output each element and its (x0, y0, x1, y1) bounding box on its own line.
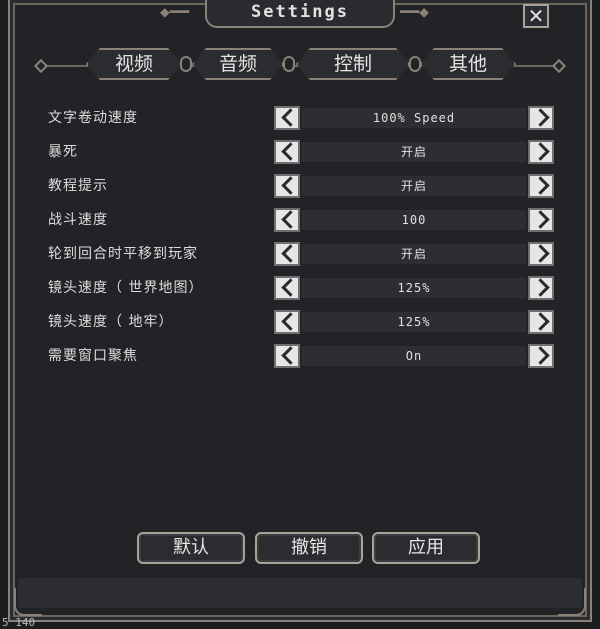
next-option-arrow-icon[interactable] (528, 174, 554, 198)
previous-option-arrow-icon[interactable] (274, 310, 300, 334)
setting-value: 125% (302, 278, 526, 298)
next-option-arrow-icon[interactable] (528, 344, 554, 368)
settings-window (8, 0, 592, 622)
setting-value: 开启 (302, 176, 526, 196)
setting-value: 开启 (302, 142, 526, 162)
previous-option-arrow-icon[interactable] (274, 344, 300, 368)
next-option-arrow-icon[interactable] (528, 242, 554, 266)
bottom-bar (18, 578, 582, 608)
tab-other[interactable]: 其他 (420, 48, 516, 80)
previous-option-arrow-icon[interactable] (274, 106, 300, 130)
next-option-arrow-icon[interactable] (528, 310, 554, 334)
title-ornament-icon: ━━◆ (400, 2, 429, 21)
previous-option-arrow-icon[interactable] (274, 276, 300, 300)
previous-option-arrow-icon[interactable] (274, 208, 300, 232)
title-ornament-icon: ◆━━ (160, 2, 189, 21)
tab-controls[interactable]: 控制 (296, 48, 410, 80)
setting-label: 战斗速度 (48, 212, 108, 228)
previous-option-arrow-icon[interactable] (274, 140, 300, 164)
tab-link-icon (283, 56, 295, 72)
setting-value: 100% Speed (302, 108, 526, 128)
close-button[interactable]: ✕ (523, 4, 549, 28)
setting-value: 100 (302, 210, 526, 230)
tab-video[interactable]: 视频 (86, 48, 182, 80)
next-option-arrow-icon[interactable] (528, 276, 554, 300)
setting-label: 需要窗口聚焦 (48, 348, 138, 364)
setting-label: 文字卷动速度 (48, 110, 138, 126)
setting-value: 125% (302, 312, 526, 332)
next-option-arrow-icon[interactable] (528, 208, 554, 232)
setting-label: 镜头速度（ 地牢） (48, 314, 174, 330)
tab-link-icon (409, 56, 421, 72)
next-option-arrow-icon[interactable] (528, 140, 554, 164)
tab-link-icon (180, 56, 192, 72)
tab-audio[interactable]: 音频 (192, 48, 284, 80)
apply-button[interactable]: 应用 (372, 532, 480, 564)
previous-option-arrow-icon[interactable] (274, 242, 300, 266)
setting-value: 开启 (302, 244, 526, 264)
coordinate-readout: 5 140 (2, 616, 36, 629)
setting-label: 教程提示 (48, 178, 108, 194)
setting-label: 暴死 (48, 144, 78, 160)
setting-label: 镜头速度（ 世界地图） (48, 280, 204, 296)
previous-option-arrow-icon[interactable] (274, 174, 300, 198)
setting-label: 轮到回合时平移到玩家 (48, 246, 198, 262)
window-title: Settings (205, 0, 395, 28)
default-button[interactable]: 默认 (137, 532, 245, 564)
close-icon: ✕ (527, 4, 545, 28)
next-option-arrow-icon[interactable] (528, 106, 554, 130)
cancel-button[interactable]: 撤销 (255, 532, 363, 564)
setting-value: On (302, 346, 526, 366)
